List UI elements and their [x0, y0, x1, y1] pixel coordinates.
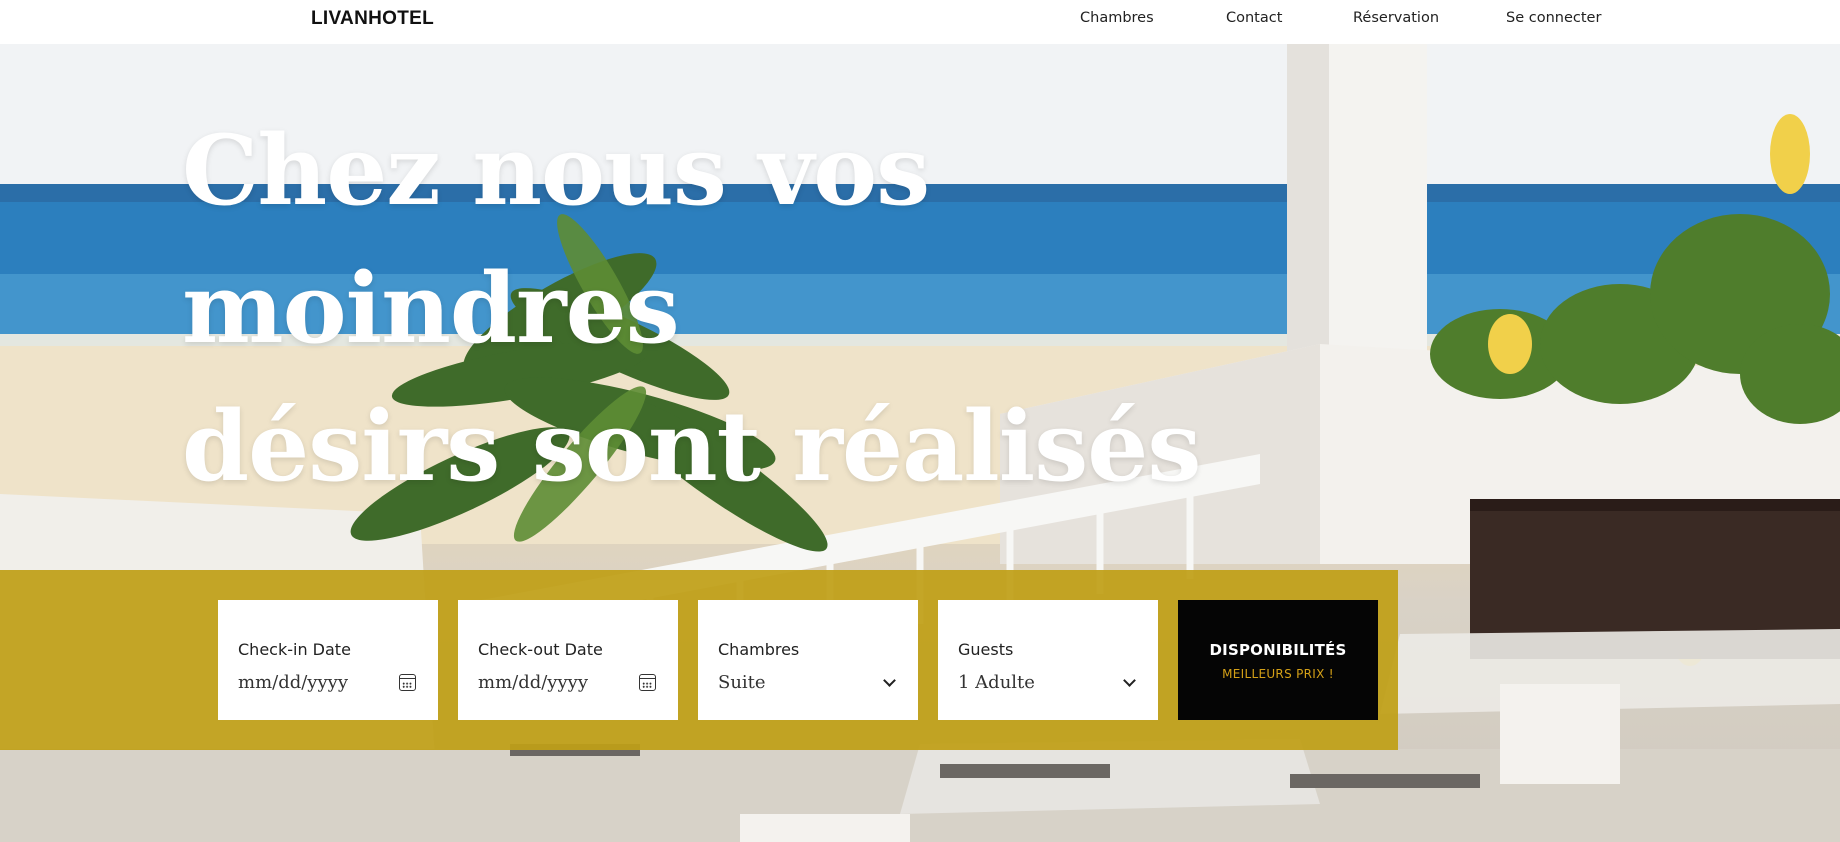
booking-bar: Check-in Date mm/dd/yyyy Check-out Date …	[0, 570, 1398, 750]
availability-button-label: DISPONIBILITÉS	[1209, 641, 1347, 659]
calendar-icon[interactable]	[399, 674, 416, 691]
checkin-date-input[interactable]: mm/dd/yyyy	[238, 672, 348, 693]
best-price-label: MEILLEURS PRIX !	[1222, 667, 1334, 681]
hero-headline-line-2: désirs sont réalisés	[182, 390, 1201, 503]
nav-link-reservation[interactable]: Réservation	[1353, 10, 1439, 26]
guests-select-field[interactable]: Guests 1 Adulte	[938, 600, 1158, 720]
nav-link-chambres[interactable]: Chambres	[1080, 10, 1154, 26]
availability-button[interactable]: DISPONIBILITÉS MEILLEURS PRIX !	[1178, 600, 1378, 720]
checkin-date-label: Check-in Date	[238, 640, 351, 659]
checkout-date-input[interactable]: mm/dd/yyyy	[478, 672, 588, 693]
chevron-down-icon[interactable]	[1123, 674, 1136, 687]
rooms-select-field[interactable]: Chambres Suite	[698, 600, 918, 720]
rooms-label: Chambres	[718, 640, 800, 659]
nav-link-contact[interactable]: Contact	[1226, 10, 1282, 26]
checkout-date-field[interactable]: Check-out Date mm/dd/yyyy	[458, 600, 678, 720]
checkout-date-label: Check-out Date	[478, 640, 603, 659]
rooms-select[interactable]: Suite	[718, 672, 766, 693]
checkin-date-field[interactable]: Check-in Date mm/dd/yyyy	[218, 600, 438, 720]
nav-link-login[interactable]: Se connecter	[1506, 10, 1601, 26]
hero-headline: Chez nous vos moindres désirs sont réali…	[182, 102, 1382, 516]
guests-select[interactable]: 1 Adulte	[958, 672, 1035, 693]
main-nav: Chambres Contact Réservation Se connecte…	[0, 10, 1840, 34]
chevron-down-icon[interactable]	[883, 674, 896, 687]
calendar-icon[interactable]	[639, 674, 656, 691]
hero-section: Chez nous vos moindres désirs sont réali…	[0, 44, 1840, 842]
navbar: LIVANHOTEL Chambres Contact Réservation …	[0, 0, 1840, 44]
hero-headline-line-1: Chez nous vos moindres	[182, 114, 930, 365]
guests-label: Guests	[958, 640, 1014, 659]
